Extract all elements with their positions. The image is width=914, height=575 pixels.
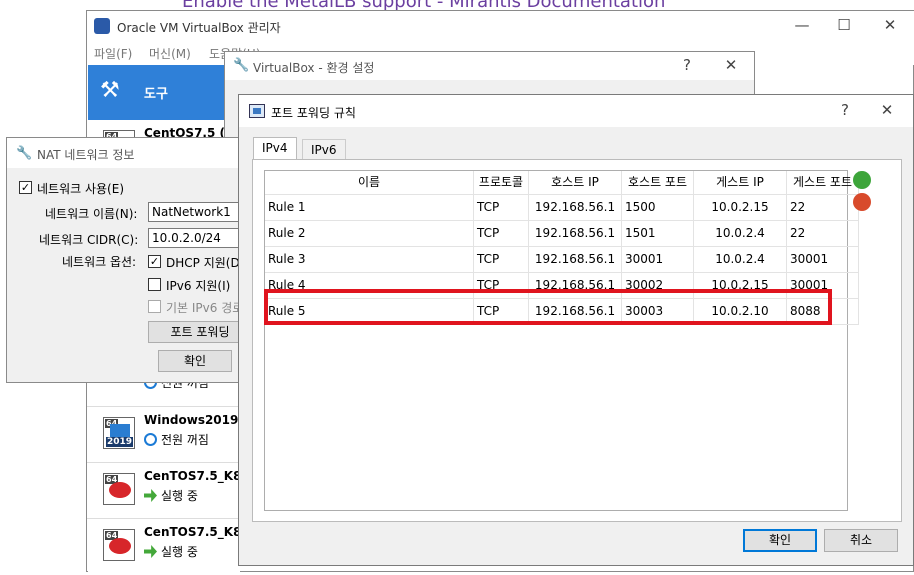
wrench-icon: 🔧 [233,58,250,73]
dhcp-label: DHCP 지원(D) [166,256,245,270]
rules-table[interactable]: 이름 프로토콜 호스트 IP 호스트 포트 게스트 IP 게스트 포트 Rule… [264,170,859,511]
column-header-name[interactable]: 이름 [265,171,474,195]
column-header-guest-port[interactable]: 게스트 포트 [787,171,859,195]
menu-file[interactable]: 파일(F) [94,45,132,62]
guest-port-cell[interactable]: 22 [787,221,859,246]
column-header-protocol[interactable]: 프로토콜 [474,171,529,195]
ok-button[interactable]: 확인 [158,350,232,372]
vm-state: 실행 중 [144,487,198,504]
protocol-cell[interactable]: TCP [474,247,529,272]
protocol-cell[interactable]: TCP [474,221,529,246]
tools-item[interactable]: ⚒ 도구 [88,65,240,120]
vm-list-item[interactable]: 642019 Windows2019 (… 전원 꺼짐 [88,407,260,463]
enable-network-checkbox[interactable]: ✓ [19,181,32,194]
guest-port-cell[interactable]: 22 [787,195,859,220]
host-port-cell[interactable]: 1501 [622,221,694,246]
nat-title: NAT 네트워크 정보 [37,148,135,162]
vm-state: 전원 꺼짐 [144,431,209,448]
virtualbox-logo-icon [94,18,110,34]
minimize-button[interactable]: — [792,15,812,35]
nat-titlebar: 🔧 NAT 네트워크 정보 [7,138,247,168]
vm-state: 실행 중 [144,543,198,560]
highlight-box [264,289,832,325]
ipv6-route-label: 기본 IPv6 경로 [166,301,244,315]
ipv6-checkbox[interactable] [148,278,161,291]
network-name-input[interactable]: NatNetwork1 [148,202,247,222]
cancel-button[interactable]: 취소 [824,529,898,552]
centos-vm-icon: 64 [103,529,135,561]
windows-vm-icon: 642019 [103,417,135,449]
tab-ipv4[interactable]: IPv4 [253,137,297,160]
rule-name-cell[interactable]: Rule 3 [265,247,474,272]
guest-port-cell[interactable]: 30001 [787,247,859,272]
host-port-cell[interactable]: 30001 [622,247,694,272]
host-port-cell[interactable]: 1500 [622,195,694,220]
enable-network-label: 네트워크 사용(E) [37,182,125,196]
host-ip-cell[interactable]: 192.168.56.1 [529,221,622,246]
tab-panel: 이름 프로토콜 호스트 IP 호스트 포트 게스트 IP 게스트 포트 Rule… [252,159,902,522]
port-forwarding-dialog: 포트 포워딩 규칙 ? ✕ IPv4 IPv6 이름 프로토콜 호스트 IP 호… [238,94,914,566]
rule-name-cell[interactable]: Rule 2 [265,221,474,246]
host-ip-cell[interactable]: 192.168.56.1 [529,195,622,220]
nat-network-window: 🔧 NAT 네트워크 정보 ✓ 네트워크 사용(E) 네트워크 이름(N): N… [6,137,248,383]
vm-list-item[interactable]: 64 CenTOS7.5_K8s… 실행 중 [88,463,261,519]
dhcp-checkbox[interactable]: ✓ [148,255,161,268]
column-header-host-ip[interactable]: 호스트 IP [529,171,622,195]
pf-title: 포트 포워딩 규칙 [271,106,356,120]
ok-button[interactable]: 확인 [743,529,817,552]
ipv6-label: IPv6 지원(I) [166,279,231,293]
network-cidr-label: 네트워크 CIDR(C): [39,233,139,247]
rule-name-cell[interactable]: Rule 1 [265,195,474,220]
column-header-guest-ip[interactable]: 게스트 IP [694,171,787,195]
guest-ip-cell[interactable]: 10.0.2.15 [694,195,787,220]
settings-title: VirtualBox - 환경 설정 [253,61,375,75]
table-row[interactable]: Rule 3 TCP 192.168.56.1 30001 10.0.2.4 3… [265,247,859,273]
close-button[interactable]: ✕ [721,55,741,75]
network-icon [249,104,265,118]
power-off-icon [144,433,157,446]
menu-machine[interactable]: 머신(M) [149,45,191,62]
maximize-button[interactable]: ☐ [834,15,854,35]
help-button[interactable]: ? [835,100,855,120]
running-arrow-icon [144,545,157,558]
add-rule-icon[interactable] [853,171,871,189]
table-row[interactable]: Rule 2 TCP 192.168.56.1 1501 10.0.2.4 22 [265,221,859,247]
port-forwarding-button[interactable]: 포트 포워딩 [148,321,247,343]
remove-rule-icon[interactable] [853,193,871,211]
column-header-host-port[interactable]: 호스트 포트 [622,171,694,195]
guest-ip-cell[interactable]: 10.0.2.4 [694,247,787,272]
network-name-label: 네트워크 이름(N): [45,207,138,221]
protocol-cell[interactable]: TCP [474,195,529,220]
running-arrow-icon [144,489,157,502]
vm-list-item[interactable]: 64 CenTOS7.5_K8s… 실행 중 [88,519,261,575]
manager-titlebar: Oracle VM VirtualBox 관리자 — ☐ ✕ [87,11,914,41]
settings-titlebar: 🔧 VirtualBox - 환경 설정 ? ✕ [225,52,754,80]
centos-vm-icon: 64 [103,473,135,505]
tab-ipv6[interactable]: IPv6 [302,139,346,159]
ipv6-route-checkbox [148,300,161,313]
pf-titlebar: 포트 포워딩 규칙 ? ✕ [239,95,913,127]
network-cidr-input[interactable]: 10.0.2.0/24 [148,228,247,248]
host-ip-cell[interactable]: 192.168.56.1 [529,247,622,272]
tools-icon: ⚒ [100,78,120,103]
wrench-icon: 🔧 [16,146,33,161]
help-button[interactable]: ? [677,55,697,75]
table-row[interactable]: Rule 1 TCP 192.168.56.1 1500 10.0.2.15 2… [265,195,859,221]
network-options-label: 네트워크 옵션: [62,255,137,269]
guest-ip-cell[interactable]: 10.0.2.4 [694,221,787,246]
close-button[interactable]: ✕ [880,15,900,35]
tools-label: 도구 [144,87,168,102]
manager-title: Oracle VM VirtualBox 관리자 [117,21,281,35]
close-button[interactable]: ✕ [877,100,897,120]
